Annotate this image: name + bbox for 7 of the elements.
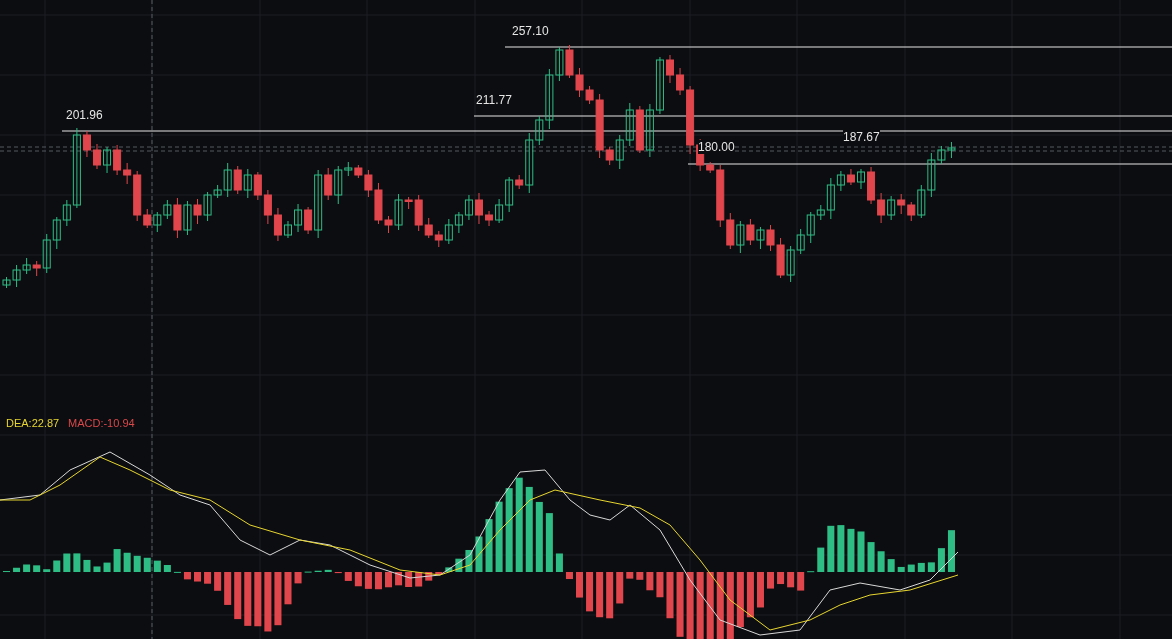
indicator-value: DEA:22.87 <box>6 417 60 430</box>
indicator-value: MACD:-10.94 <box>68 417 135 430</box>
price-label: 187.67 <box>843 130 880 144</box>
price-label: 211.77 <box>476 93 512 107</box>
price-label: 180.00 <box>698 140 735 154</box>
price-label: 201.96 <box>66 108 103 122</box>
price-label: 257.10 <box>512 24 549 38</box>
